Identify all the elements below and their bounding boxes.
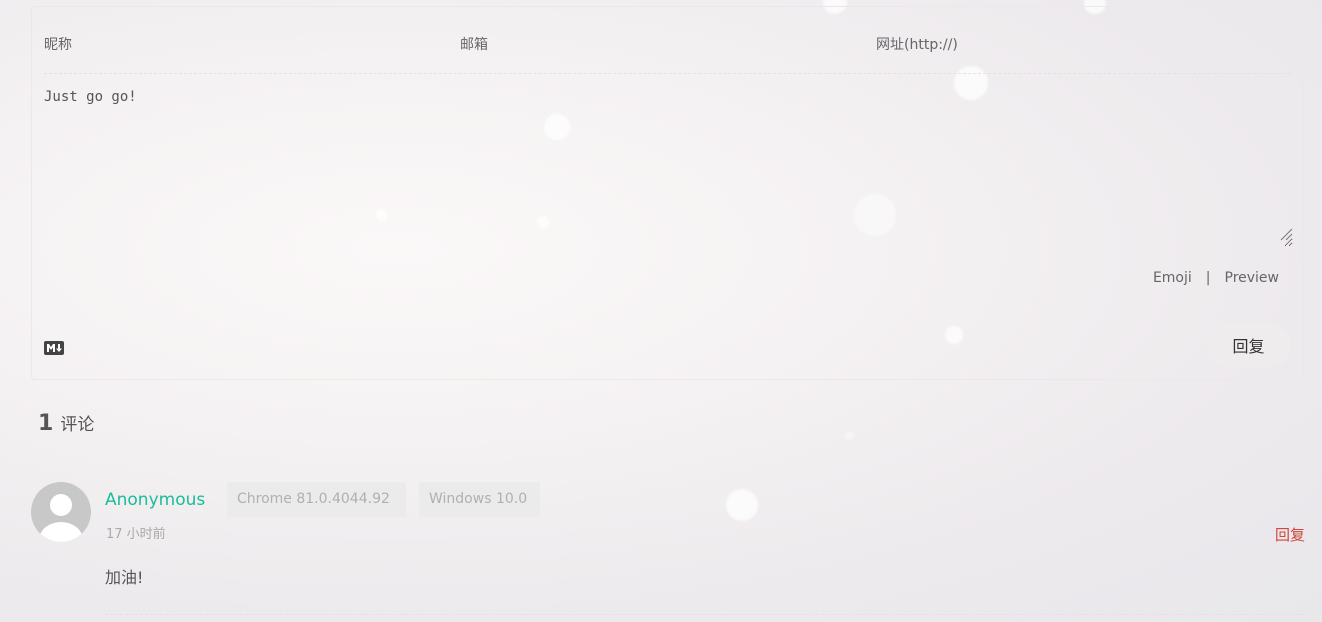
comment-count: 1 评论: [38, 410, 94, 436]
comment-divider: [105, 614, 1304, 615]
resize-handle-icon[interactable]: [1279, 227, 1293, 241]
comment-time: 17 小时前: [106, 527, 166, 542]
bokeh-light: [726, 489, 758, 521]
comment-textarea[interactable]: Just go go!: [44, 87, 1293, 247]
website-input[interactable]: [876, 33, 1256, 57]
submit-reply-button[interactable]: 回复: [1206, 323, 1291, 367]
nick-input[interactable]: [44, 33, 424, 57]
browser-badge: Chrome 81.0.4044.92: [227, 482, 406, 517]
os-badge: Windows 10.0: [419, 482, 540, 517]
comment-count-label: 评论: [60, 415, 95, 435]
comment-content: 加油!: [105, 568, 144, 587]
preview-button[interactable]: Preview: [1225, 270, 1280, 286]
comment-meta-inputs: [44, 7, 1291, 74]
comment-form: Just go go! Emoji | Preview 回复: [31, 6, 1304, 380]
tools-separator: |: [1205, 270, 1211, 286]
comment-tools: Emoji | Preview: [1153, 270, 1279, 286]
email-input[interactable]: [460, 33, 840, 57]
comment-author[interactable]: Anonymous: [105, 490, 205, 510]
avatar: [31, 482, 91, 542]
bokeh-light: [845, 431, 854, 440]
markdown-icon[interactable]: [44, 341, 64, 355]
emoji-button[interactable]: Emoji: [1153, 270, 1192, 286]
comment-count-number: 1: [38, 411, 54, 436]
reply-link[interactable]: 回复: [1275, 524, 1305, 545]
user-avatar-icon: [31, 482, 91, 542]
